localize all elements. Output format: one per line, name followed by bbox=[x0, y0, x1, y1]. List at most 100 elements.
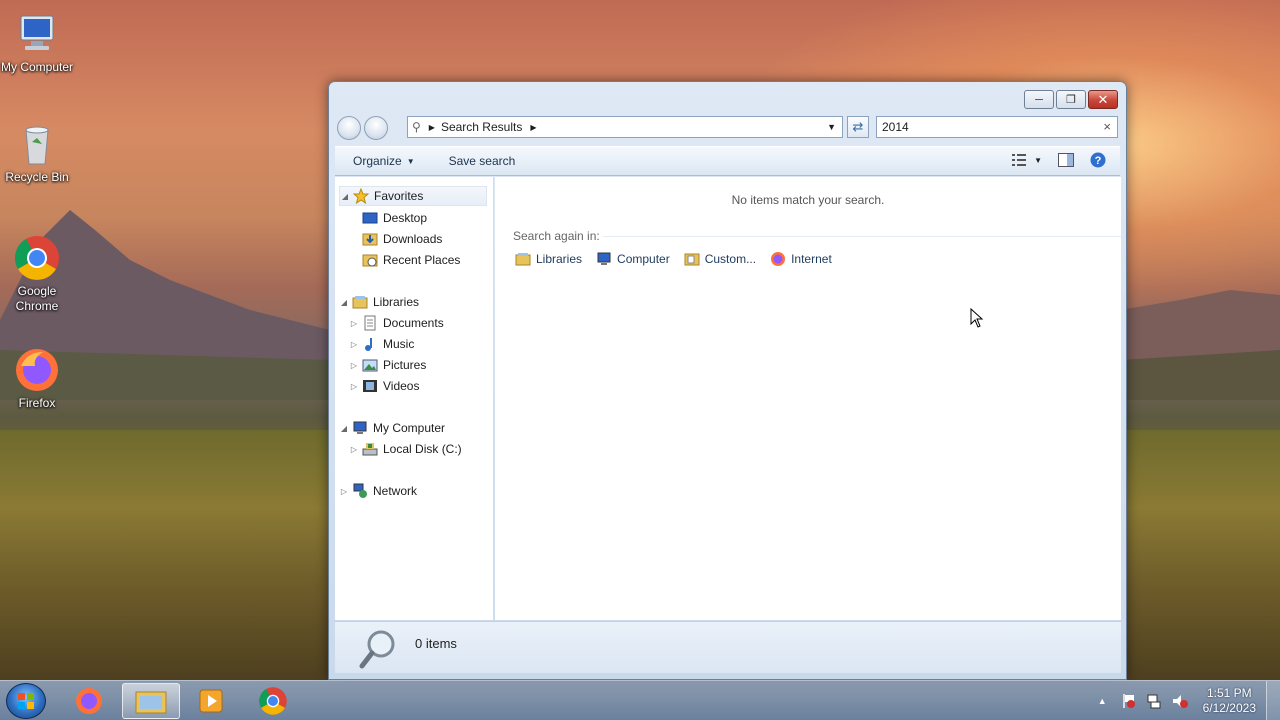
chevron-down-icon: ▼ bbox=[1034, 155, 1042, 165]
collapse-arrow-icon[interactable]: ◢ bbox=[340, 192, 350, 201]
network-icon bbox=[352, 483, 368, 499]
chrome-icon bbox=[13, 234, 61, 282]
clock-time: 1:51 PM bbox=[1206, 686, 1252, 700]
nav-item-label: Recent Places bbox=[383, 253, 461, 267]
expand-arrow-icon[interactable]: ▷ bbox=[349, 340, 359, 349]
hard-drive-icon bbox=[362, 441, 378, 457]
computer-icon bbox=[596, 251, 612, 267]
close-button[interactable]: ✕ bbox=[1088, 90, 1118, 109]
nav-item-desktop[interactable]: Desktop bbox=[349, 208, 427, 228]
start-button[interactable] bbox=[6, 683, 46, 719]
documents-icon bbox=[362, 315, 378, 331]
explorer-window: ─ ❐ ✕ ⚲ ▶ Search Results ▶ ▼ ⇄ 2014 × Or… bbox=[328, 81, 1127, 680]
search-query-text: 2014 bbox=[882, 120, 909, 134]
breadcrumb-chevron-icon[interactable]: ▶ bbox=[530, 123, 536, 132]
divider bbox=[603, 236, 1121, 237]
organize-label: Organize bbox=[353, 154, 402, 168]
taskbar-chrome[interactable] bbox=[244, 683, 302, 719]
breadcrumb-chevron-icon[interactable]: ▶ bbox=[429, 123, 435, 132]
taskbar-firefox[interactable] bbox=[60, 683, 118, 719]
search-again-libraries[interactable]: Libraries bbox=[515, 251, 582, 267]
collapse-arrow-icon[interactable]: ◢ bbox=[339, 424, 349, 433]
back-button[interactable] bbox=[337, 116, 361, 140]
preview-pane-icon[interactable] bbox=[1058, 153, 1074, 167]
taskbar-clock[interactable]: 1:51 PM 6/12/2023 bbox=[1203, 686, 1256, 716]
pictures-icon bbox=[362, 357, 378, 373]
nav-item-music[interactable]: ▷ Music bbox=[349, 334, 414, 354]
desktop-icon-my-computer[interactable]: My Computer bbox=[0, 10, 74, 75]
clear-search-icon[interactable]: × bbox=[1103, 119, 1111, 134]
organize-button[interactable]: Organize ▼ bbox=[335, 154, 427, 168]
desktop-icon-label: Recycle Bin bbox=[5, 170, 69, 184]
search-again-internet[interactable]: Internet bbox=[770, 251, 832, 267]
search-again-options: Libraries Computer Custom... Internet bbox=[515, 251, 832, 267]
search-again-computer[interactable]: Computer bbox=[596, 251, 670, 267]
forward-button[interactable] bbox=[364, 116, 388, 140]
nav-item-documents[interactable]: ▷ Documents bbox=[349, 313, 444, 333]
no-results-message: No items match your search. bbox=[731, 193, 885, 207]
taskbar-windows-explorer[interactable] bbox=[122, 683, 180, 719]
clock-date: 6/12/2023 bbox=[1202, 701, 1256, 715]
refresh-button[interactable]: ⇄ bbox=[847, 116, 869, 138]
breadcrumb-search-results[interactable]: Search Results bbox=[441, 120, 522, 134]
show-desktop-button[interactable] bbox=[1266, 681, 1280, 720]
maximize-button[interactable]: ❐ bbox=[1056, 90, 1086, 109]
volume-muted-icon[interactable] bbox=[1172, 693, 1188, 709]
nav-item-libraries[interactable]: ◢ Libraries bbox=[339, 292, 419, 312]
system-tray: ▲ 1:51 PM 6/12/2023 bbox=[1098, 681, 1280, 720]
chrome-icon bbox=[259, 687, 287, 715]
action-center-icon[interactable] bbox=[1120, 693, 1136, 709]
option-label: Custom... bbox=[704, 252, 757, 266]
results-pane: No items match your search. Search again… bbox=[495, 177, 1121, 620]
taskbar-media-player[interactable] bbox=[182, 683, 240, 719]
toolbar-right-group: ▼ ? bbox=[1012, 152, 1106, 168]
address-bar[interactable]: ⚲ ▶ Search Results ▶ ▼ bbox=[407, 116, 843, 138]
videos-icon bbox=[362, 378, 378, 394]
desktop-icon-google-chrome[interactable]: Google Chrome bbox=[0, 234, 74, 314]
search-again-label: Search again in: bbox=[513, 229, 600, 243]
nav-item-my-computer[interactable]: ◢ My Computer bbox=[339, 418, 445, 438]
expand-arrow-icon[interactable]: ▷ bbox=[349, 445, 359, 454]
expand-arrow-icon[interactable]: ▷ bbox=[339, 487, 349, 496]
windows-logo-icon bbox=[18, 693, 34, 709]
nav-item-pictures[interactable]: ▷ Pictures bbox=[349, 355, 426, 375]
search-again-custom[interactable]: Custom... bbox=[684, 251, 756, 267]
option-label: Internet bbox=[791, 252, 832, 266]
details-pane: 0 items bbox=[335, 621, 1121, 673]
nav-item-label: Libraries bbox=[373, 295, 420, 309]
desktop-folder-icon bbox=[362, 210, 378, 226]
network-status-icon[interactable] bbox=[1146, 693, 1162, 709]
desktop-icon-firefox[interactable]: Firefox bbox=[0, 346, 74, 411]
nav-item-recent-places[interactable]: Recent Places bbox=[349, 250, 460, 270]
folder-icon bbox=[135, 691, 167, 714]
desktop-icon-label: Firefox bbox=[18, 396, 56, 410]
nav-item-network[interactable]: ▷ Network bbox=[339, 481, 417, 501]
desktop-icon-label: My Computer bbox=[0, 60, 74, 74]
help-icon[interactable]: ? bbox=[1090, 152, 1106, 168]
firefox-icon bbox=[13, 346, 61, 394]
navigation-bar: ⚲ ▶ Search Results ▶ ▼ ⇄ 2014 × bbox=[337, 116, 1118, 140]
desktop-icon-recycle-bin[interactable]: Recycle Bin bbox=[0, 120, 74, 185]
minimize-button[interactable]: ─ bbox=[1024, 90, 1054, 109]
collapse-arrow-icon[interactable]: ◢ bbox=[339, 298, 349, 307]
close-icon: ✕ bbox=[1097, 91, 1109, 107]
address-dropdown-icon[interactable]: ▼ bbox=[827, 122, 836, 132]
window-controls: ─ ❐ ✕ bbox=[1024, 90, 1118, 109]
nav-item-videos[interactable]: ▷ Videos bbox=[349, 376, 420, 396]
search-input[interactable]: 2014 × bbox=[876, 116, 1118, 138]
nav-item-downloads[interactable]: Downloads bbox=[349, 229, 442, 249]
nav-item-label: Music bbox=[383, 337, 415, 351]
nav-item-favorites[interactable]: ◢ Favorites bbox=[339, 186, 487, 206]
expand-arrow-icon[interactable]: ▷ bbox=[349, 319, 359, 328]
view-options-button[interactable]: ▼ bbox=[1012, 153, 1042, 167]
computer-icon bbox=[13, 10, 61, 58]
expand-arrow-icon[interactable]: ▷ bbox=[349, 382, 359, 391]
firefox-icon bbox=[76, 688, 102, 714]
nav-item-label: Desktop bbox=[383, 211, 428, 225]
nav-item-local-disk[interactable]: ▷ Local Disk (C:) bbox=[349, 439, 462, 459]
refresh-icon: ⇄ bbox=[852, 119, 864, 134]
show-hidden-icons-icon[interactable]: ▲ bbox=[1098, 696, 1107, 706]
save-search-button[interactable]: Save search bbox=[437, 154, 528, 168]
expand-arrow-icon[interactable]: ▷ bbox=[349, 361, 359, 370]
firefox-icon bbox=[770, 251, 786, 267]
